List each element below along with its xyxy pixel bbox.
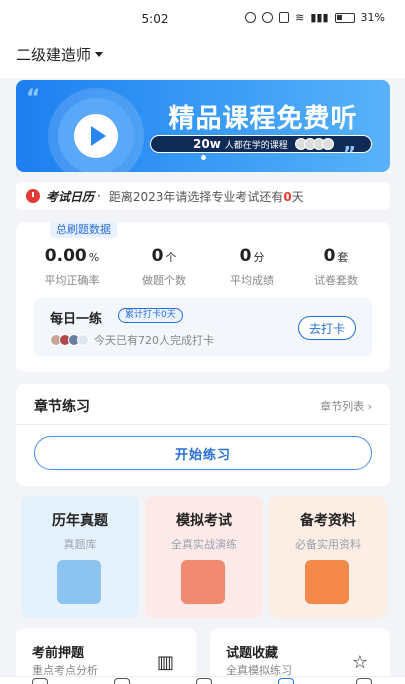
tab-home-icon[interactable]	[32, 678, 48, 684]
countdown-prefix: 距离2023年请选择专业考试还有	[108, 189, 284, 204]
status-time: 5:02	[141, 12, 169, 26]
clock-icon	[26, 189, 40, 203]
daily-title: 每日一练	[50, 312, 103, 327]
wifi-icon: ≋	[295, 11, 305, 24]
tile-past-papers[interactable]: 历年真题 真题库	[21, 496, 139, 618]
play-icon	[91, 126, 106, 146]
banner-title: 精品课程免费听	[168, 104, 358, 134]
checkin-people: 今天已有720人完成打卡	[50, 332, 214, 348]
tab-profile-icon[interactable]	[356, 678, 372, 684]
tab-course-icon[interactable]	[114, 678, 130, 684]
chapter-title: 章节练习	[34, 399, 90, 415]
star-icon: ☆	[351, 652, 368, 673]
stat-value: 0	[323, 246, 336, 266]
stat-label: 平均成绩	[230, 274, 274, 287]
stat-papers: 0套 试卷套数	[296, 246, 376, 288]
stats-card: 总刷题数据 0.00% 平均正确率 0个 做题个数 0分 平均成绩 0套 试卷套…	[16, 222, 390, 372]
stat-score: 0分 平均成绩	[212, 246, 292, 288]
tab-library-icon[interactable]	[196, 678, 212, 684]
bottom-tab-bar	[0, 676, 405, 684]
stat-unit: %	[88, 251, 100, 264]
signal-icon: ▮▮▮	[310, 11, 329, 24]
stat-accuracy: 0.00% 平均正确率	[32, 246, 112, 288]
checkin-count-text: 今天已有720人完成打卡	[94, 334, 214, 347]
battery-percent: 31%	[360, 11, 385, 24]
status-bar: 5:02 ≋ ▮▮▮ 31%	[0, 0, 405, 38]
quote-open-icon: “	[26, 86, 41, 111]
exam-selector-label: 二级建造师	[16, 46, 92, 64]
carousel-indicator	[16, 145, 390, 164]
stat-value: 0	[239, 246, 252, 266]
tab-practice-icon[interactable]	[278, 678, 294, 684]
stat-value: 0.00	[44, 246, 87, 266]
stat-unit: 分	[253, 251, 265, 264]
stat-questions: 0个 做题个数	[124, 246, 204, 288]
tile-subtitle: 必备实用资料	[295, 538, 361, 551]
vibrate-icon	[279, 12, 290, 23]
book-icon: ▥	[156, 652, 174, 673]
divider	[16, 424, 390, 425]
countdown-days: 0	[283, 189, 292, 204]
more-icon	[77, 334, 89, 346]
countdown-suffix: 天	[291, 189, 304, 204]
card-title: 考前押题	[32, 646, 85, 661]
eye-icon	[245, 12, 257, 23]
chapter-practice-card: 章节练习 章节列表 › 开始练习	[16, 384, 390, 486]
alarm-icon	[262, 12, 274, 23]
stat-unit: 个	[165, 251, 177, 264]
folder-icon	[305, 560, 349, 604]
tile-mock-exam[interactable]: 模拟考试 全真实战演练	[145, 496, 263, 618]
exam-calendar[interactable]: 考试日历 · 距离2023年请选择专业考试还有0天	[16, 182, 390, 210]
promo-banner[interactable]: “ 精品课程免费听 20w 人都在学的课程 ”	[16, 80, 390, 172]
calendar-title: 考试日历	[46, 189, 95, 204]
streak-badge: 累计打卡0天	[118, 308, 183, 323]
stat-unit: 套	[337, 251, 349, 264]
stat-value: 0	[151, 246, 164, 266]
daily-practice: 每日一练 累计打卡0天 今天已有720人完成打卡 去打卡	[34, 298, 372, 356]
chevron-right-icon: ›	[367, 400, 372, 413]
status-icons: ≋ ▮▮▮ 31%	[245, 11, 385, 24]
exam-paper-icon	[181, 560, 225, 604]
exam-selector[interactable]: 二级建造师	[16, 44, 104, 65]
chapter-list-label: 章节列表	[320, 400, 365, 413]
document-icon	[57, 560, 101, 604]
tile-title: 模拟考试	[176, 513, 232, 529]
app-header: 二级建造师	[0, 38, 405, 78]
calendar-countdown: 距离2023年请选择专业考试还有0天	[109, 188, 304, 205]
tile-study-materials[interactable]: 备考资料 必备实用资料	[269, 496, 387, 618]
stat-label: 做题个数	[142, 274, 186, 287]
checkin-button[interactable]: 去打卡	[298, 316, 356, 340]
tile-subtitle: 全真实战演练	[171, 538, 237, 551]
start-practice-button[interactable]: 开始练习	[34, 436, 372, 470]
tile-title: 备考资料	[300, 513, 356, 529]
battery-icon	[334, 12, 355, 23]
tile-title: 历年真题	[52, 513, 108, 529]
separator-dot: ·	[97, 189, 101, 203]
tile-subtitle: 真题库	[63, 538, 97, 551]
stat-label: 平均正确率	[44, 274, 100, 287]
card-title: 试题收藏	[226, 646, 279, 661]
stats-tag: 总刷题数据	[50, 222, 117, 238]
stat-label: 试卷套数	[314, 274, 358, 287]
chapter-list-link[interactable]: 章节列表 ›	[320, 398, 372, 414]
caret-down-icon	[95, 52, 104, 57]
